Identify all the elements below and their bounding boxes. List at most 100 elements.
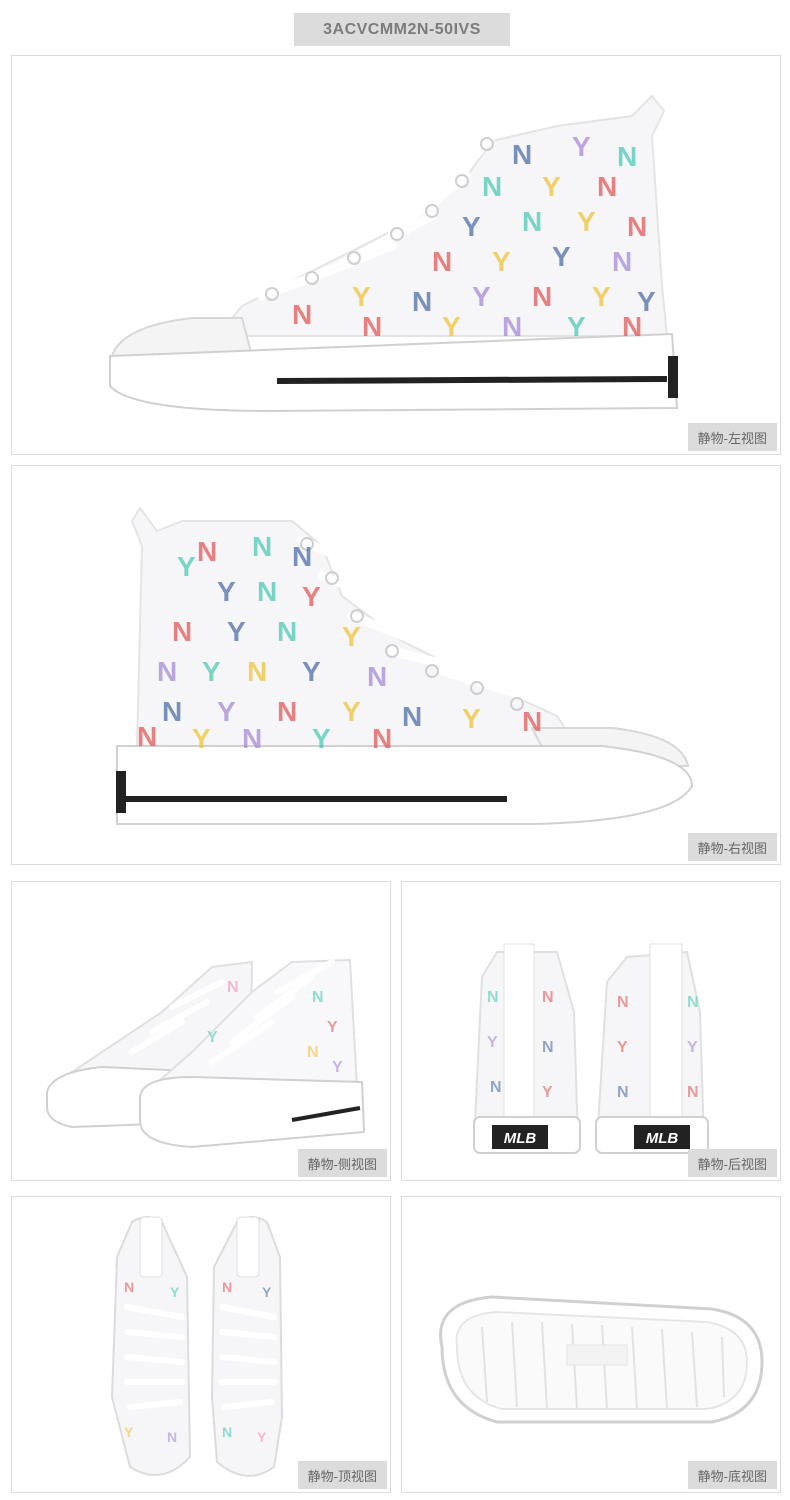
svg-text:N: N	[197, 536, 217, 567]
svg-text:N: N	[247, 656, 267, 687]
svg-text:N: N	[227, 979, 239, 996]
sneaker-pair-back-illustration: MLB MLB N N Y N N Y N N Y Y N N	[472, 943, 709, 1154]
photo-bottom-view[interactable]: 静物-底视图	[401, 1196, 781, 1493]
svg-text:N: N	[617, 994, 629, 1011]
svg-text:Y: Y	[472, 281, 491, 312]
svg-text:N: N	[687, 994, 699, 1011]
svg-text:N: N	[432, 246, 452, 277]
svg-text:N: N	[277, 616, 297, 647]
svg-text:N: N	[242, 723, 262, 754]
svg-text:N: N	[307, 1044, 319, 1061]
svg-text:N: N	[402, 701, 422, 732]
svg-text:N: N	[627, 211, 647, 242]
svg-text:N: N	[487, 989, 499, 1006]
svg-text:Y: Y	[577, 206, 596, 237]
svg-text:Y: Y	[487, 1034, 498, 1051]
svg-text:Y: Y	[177, 551, 196, 582]
svg-text:Y: Y	[202, 656, 221, 687]
product-sku-badge: 3ACVCMM2N-50IVS	[294, 13, 510, 46]
svg-text:Y: Y	[170, 1284, 180, 1300]
svg-text:N: N	[612, 246, 632, 277]
svg-text:N: N	[617, 141, 637, 172]
svg-text:N: N	[542, 1039, 554, 1056]
svg-text:Y: Y	[217, 576, 236, 607]
svg-text:Y: Y	[572, 131, 591, 162]
photo-right-view[interactable]: NNN YYNY NYNY NYNYN NYNYNYN NYNYN 静物-右视图	[11, 465, 781, 865]
heel-logo-left: MLB	[504, 1130, 537, 1147]
sneaker-sole-illustration	[439, 1295, 764, 1424]
view-label-side: 静物-侧视图	[297, 1149, 387, 1177]
svg-text:Y: Y	[217, 696, 236, 727]
svg-text:N: N	[252, 531, 272, 562]
svg-text:N: N	[522, 706, 542, 737]
svg-text:N: N	[512, 139, 532, 170]
svg-text:Y: Y	[492, 246, 511, 277]
svg-text:N: N	[542, 989, 554, 1006]
svg-text:N: N	[157, 656, 177, 687]
svg-text:N: N	[412, 286, 432, 317]
svg-text:N: N	[172, 616, 192, 647]
svg-text:Y: Y	[552, 241, 571, 272]
svg-text:Y: Y	[342, 621, 361, 652]
svg-text:Y: Y	[687, 1039, 698, 1056]
svg-text:Y: Y	[462, 211, 481, 242]
svg-text:N: N	[362, 311, 382, 342]
svg-text:N: N	[137, 721, 157, 752]
svg-text:N: N	[532, 281, 552, 312]
svg-text:N: N	[490, 1079, 502, 1096]
svg-text:Y: Y	[332, 1059, 343, 1076]
sneaker-left-illustration: NYN NYN YNYN NYYN YNYNYY NNYNYN	[109, 94, 679, 413]
svg-text:N: N	[597, 171, 617, 202]
svg-text:N: N	[277, 696, 297, 727]
svg-text:Y: Y	[592, 281, 611, 312]
photo-left-view[interactable]: NYN NYN YNYN NYYN YNYNYY NNYNYN 静物-左视图	[11, 55, 781, 455]
view-label-top: 静物-顶视图	[297, 1461, 387, 1489]
sneaker-pair-top-illustration: N Y Y N N Y N Y	[110, 1216, 284, 1477]
svg-text:N: N	[367, 661, 387, 692]
svg-text:N: N	[167, 1429, 177, 1445]
svg-text:Y: Y	[192, 723, 211, 754]
svg-text:N: N	[222, 1279, 232, 1295]
svg-text:Y: Y	[442, 311, 461, 342]
sneaker-pair-side-illustration: NYNY NY	[46, 958, 366, 1149]
svg-text:Y: Y	[302, 656, 321, 687]
svg-text:Y: Y	[342, 696, 361, 727]
heel-logo-right: MLB	[646, 1130, 679, 1147]
svg-text:Y: Y	[542, 1084, 553, 1101]
svg-text:Y: Y	[327, 1019, 338, 1036]
svg-text:Y: Y	[227, 616, 246, 647]
svg-text:Y: Y	[567, 311, 586, 342]
svg-text:N: N	[482, 171, 502, 202]
view-label-bottom: 静物-底视图	[687, 1461, 777, 1489]
svg-text:N: N	[687, 1084, 699, 1101]
svg-text:Y: Y	[542, 171, 561, 202]
svg-text:N: N	[292, 299, 312, 330]
svg-text:Y: Y	[257, 1429, 267, 1445]
svg-text:N: N	[622, 311, 642, 342]
svg-text:N: N	[502, 311, 522, 342]
view-label-right: 静物-右视图	[687, 833, 777, 861]
svg-text:Y: Y	[312, 723, 331, 754]
sneaker-right-illustration: NNN YY N Y NYNY NYNYN NYNYNYN NYNYN	[116, 506, 694, 825]
svg-text:Y: Y	[124, 1424, 134, 1440]
svg-text:Y: Y	[352, 281, 371, 312]
svg-text:Y: Y	[302, 581, 321, 612]
photo-back-view[interactable]: MLB MLB N N Y N N Y N N Y Y N N 静物-后视图	[401, 881, 781, 1181]
view-label-back: 静物-后视图	[687, 1149, 777, 1177]
svg-text:Y: Y	[617, 1039, 628, 1056]
svg-text:N: N	[257, 576, 277, 607]
svg-text:N: N	[312, 989, 324, 1006]
svg-text:N: N	[162, 696, 182, 727]
svg-text:N: N	[124, 1279, 134, 1295]
view-label-left: 静物-左视图	[687, 423, 777, 451]
svg-text:N: N	[617, 1084, 629, 1101]
svg-text:Y: Y	[207, 1029, 218, 1046]
svg-text:N: N	[222, 1424, 232, 1440]
svg-text:Y: Y	[462, 703, 481, 734]
svg-text:N: N	[372, 723, 392, 754]
svg-text:N: N	[522, 206, 542, 237]
svg-text:Y: Y	[262, 1284, 272, 1300]
photo-side-view[interactable]: NYNY NY 静物-侧视图	[11, 881, 391, 1181]
svg-text:N: N	[292, 541, 312, 572]
photo-top-view[interactable]: N Y Y N N Y N Y 静物-顶视图	[11, 1196, 391, 1493]
